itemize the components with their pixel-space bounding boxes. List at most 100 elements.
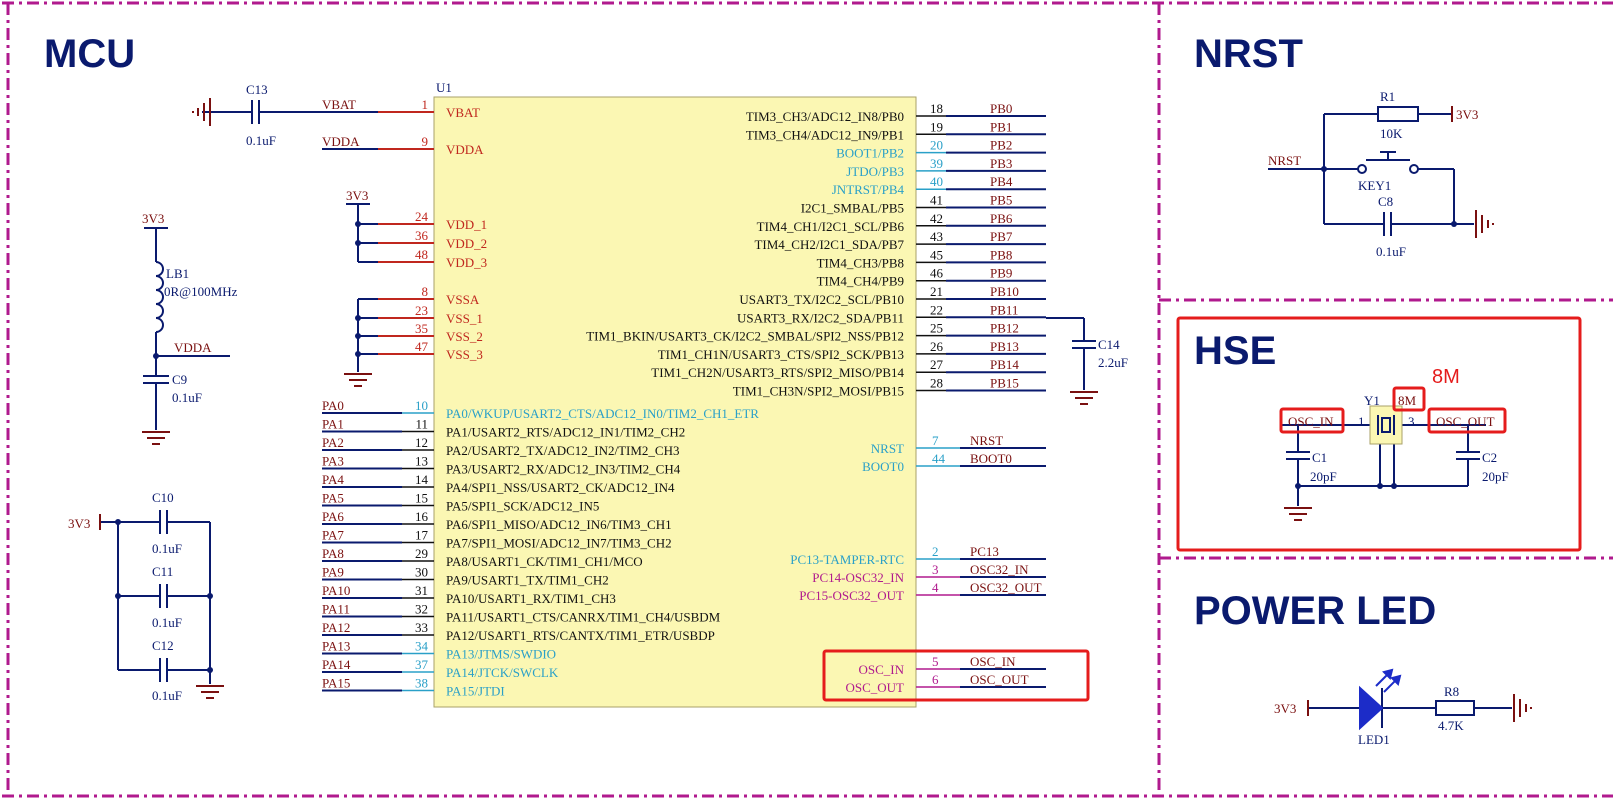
nrst-circuit [1268, 106, 1474, 236]
pa-pin-number: 32 [415, 602, 428, 617]
pa-net-label: PA6 [322, 509, 344, 524]
r1-value: 10K [1380, 126, 1403, 141]
power-pin-name: VDDA [446, 142, 484, 157]
pb-pin-name: BOOT1/PB2 [836, 146, 904, 161]
pb-net-label: PB12 [990, 321, 1019, 336]
pb-pin-name: JTDO/PB3 [846, 164, 904, 179]
pa-net-label: PA7 [322, 528, 344, 543]
pb-pin-name: TIM1_CH1N/USART3_CTS/SPI2_SCK/PB13 [658, 347, 904, 362]
hse-section-title: HSE [1194, 329, 1276, 373]
pa-pin-number: 15 [415, 491, 428, 506]
hse-osc-out-label: OSC_OUT [1436, 414, 1495, 429]
pb-pin-name: TIM3_CH4/ADC12_IN9/PB1 [746, 127, 904, 142]
led-ground-icon [1513, 694, 1532, 722]
power-pin-number: 23 [415, 303, 428, 318]
pa-pin-name: PA14/JTCK/SWCLK [446, 665, 559, 680]
pb-pin-name: TIM4_CH3/PB8 [817, 255, 904, 270]
power-pin-name: VSS_1 [446, 311, 483, 326]
pb-pin-number: 27 [930, 357, 944, 372]
pa-pin-name: PA13/JTMS/SWDIO [446, 647, 556, 662]
pb-net-label: PB15 [990, 376, 1019, 391]
pb-pin-number: 25 [930, 321, 943, 336]
misc-pin-name: PC15-OSC32_OUT [799, 588, 904, 603]
misc-pin-number: 6 [932, 672, 939, 687]
junction-dot [207, 593, 213, 599]
pb-net-label: PB14 [990, 357, 1019, 372]
power-pin-name: VSS_3 [446, 347, 483, 362]
pb-pin-number: 41 [930, 193, 943, 208]
pb-net-label: PB11 [990, 302, 1018, 317]
pa-pin-name: PA3/USART2_RX/ADC12_IN3/TIM2_CH4 [446, 462, 681, 477]
pa-net-label: PA8 [322, 546, 344, 561]
pa-pin-number: 17 [415, 528, 429, 543]
pb-pin-name: USART3_TX/I2C2_SCL/PB10 [739, 292, 904, 307]
junction-dot [1377, 483, 1383, 489]
pa-pin-number: 11 [415, 417, 428, 432]
r1-ref: R1 [1380, 89, 1395, 104]
c12-ref: C12 [152, 638, 174, 653]
c8-ref: C8 [1378, 194, 1393, 209]
pb-pin-name: TIM1_CH2N/USART3_RTS/SPI2_MISO/PB14 [651, 365, 904, 380]
pa-net-label: PA15 [322, 676, 350, 691]
pa-pin-number: 29 [415, 546, 428, 561]
power-pin-number: 48 [415, 247, 428, 262]
pb-pin-name: TIM1_BKIN/USART3_CK/I2C2_SMBAL/SPI2_NSS/… [586, 329, 904, 344]
misc-net-label: BOOT0 [970, 451, 1012, 466]
power-pin-number: 24 [415, 209, 429, 224]
power-pin-name: VSSA [446, 292, 480, 307]
c9-value: 0.1uF [172, 390, 202, 405]
pa-pin-number: 37 [415, 657, 429, 672]
junction-dot [207, 667, 213, 673]
pa-net-label: PA4 [322, 472, 344, 487]
misc-net-label: OSC32_OUT [970, 580, 1042, 595]
pb-pin-number: 46 [930, 266, 944, 281]
pb-pin-number: 43 [930, 229, 943, 244]
lb1-vdda-label: VDDA [174, 340, 212, 355]
nrst-net-label: NRST [1268, 153, 1301, 168]
pa-pin-name: PA10/USART1_RX/TIM1_CH3 [446, 591, 616, 606]
c9-ground-icon [142, 431, 170, 445]
c11-value: 0.1uF [152, 615, 182, 630]
misc-pin-number: 5 [932, 654, 939, 669]
pb-net-label: PB6 [990, 211, 1013, 226]
lb1-value: 0R@100MHz [164, 284, 238, 299]
pb-net-label: PB9 [990, 266, 1012, 281]
pb-pin-number: 21 [930, 284, 943, 299]
nrst-section-title: NRST [1194, 32, 1303, 76]
hse-osc-in-label: OSC_IN [1288, 414, 1334, 429]
power-led-section-title: POWER LED [1194, 589, 1436, 633]
pa-pin-number: 16 [415, 509, 429, 524]
pb-pin-number: 26 [930, 339, 944, 354]
pa-net-label: PA3 [322, 454, 344, 469]
pb-pin-name: TIM3_CH3/ADC12_IN8/PB0 [746, 109, 904, 124]
mcu-section-title: MCU [44, 32, 135, 76]
pa-pin-name: PA0/WKUP/USART2_CTS/ADC12_IN0/TIM2_CH1_E… [446, 406, 759, 421]
pa-pin-number: 13 [415, 454, 428, 469]
power-pin-name: VDD_1 [446, 217, 487, 232]
nrst-ground-icon [1475, 210, 1494, 238]
pb-pin-name: TIM4_CH4/PB9 [817, 274, 904, 289]
junction-dot [153, 353, 159, 359]
pb-net-label: PB7 [990, 229, 1013, 244]
key1-label: KEY1 [1358, 178, 1391, 193]
misc-net-label: PC13 [970, 544, 999, 559]
pa-net-label: PA1 [322, 417, 344, 432]
pb-pin-name: TIM1_CH3N/SPI2_MOSI/PB15 [733, 384, 904, 399]
misc-pin-number: 2 [932, 544, 939, 559]
pb-net-label: PB13 [990, 339, 1019, 354]
vss-rail [357, 298, 378, 372]
pa-pin-name: PA2/USART2_TX/ADC12_IN2/TIM2_CH3 [446, 443, 679, 458]
c11-ref: C11 [152, 564, 173, 579]
junction-dot [355, 333, 361, 339]
junction-dot [1451, 221, 1457, 227]
pa-pin-name: PA5/SPI1_SCK/ADC12_IN5 [446, 499, 599, 514]
junction-dot [1321, 166, 1327, 172]
c14-ground-icon [1070, 391, 1098, 405]
junction-dot [355, 240, 361, 246]
vdd-3v3-label: 3V3 [346, 188, 368, 203]
led-light-arrows-icon [1375, 668, 1402, 693]
pa-pin-number: 34 [415, 639, 429, 654]
pa-net-label: PA10 [322, 583, 350, 598]
pa-pin-name: PA9/USART1_TX/TIM1_CH2 [446, 573, 609, 588]
freq-annotation: 8M [1432, 366, 1460, 388]
